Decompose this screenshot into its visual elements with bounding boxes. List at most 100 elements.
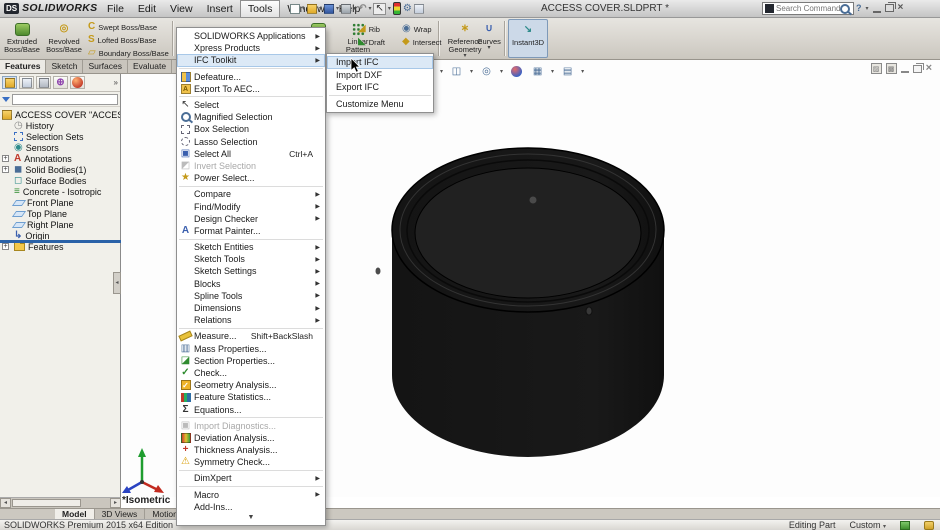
menu-item-mass-properties-[interactable]: ▥Mass Properties... bbox=[177, 343, 325, 355]
scroll-left-icon[interactable]: ◂ bbox=[0, 498, 11, 508]
tree-item-surface-bodies[interactable]: ◻Surface Bodies bbox=[0, 175, 120, 186]
revolved-boss-button[interactable]: ◎Revolved Boss/Base bbox=[44, 19, 84, 58]
menu-item-equations-[interactable]: ΣEquations... bbox=[177, 403, 325, 415]
qat-new-button[interactable] bbox=[290, 4, 300, 14]
tree-root-item[interactable]: ACCESS COVER "ACCESS HOLE" ( bbox=[0, 109, 120, 120]
menu-item-export-to-aec-[interactable]: AExport To AEC... bbox=[177, 83, 325, 95]
menu-item-find-modify[interactable]: Find/Modify▶ bbox=[177, 200, 325, 212]
tree-item-solid-bodies-1-[interactable]: +◼Solid Bodies(1) bbox=[0, 164, 120, 175]
qat-print-button[interactable] bbox=[341, 4, 351, 14]
close-icon[interactable]: × bbox=[898, 3, 904, 13]
tree-item-history[interactable]: ◷History bbox=[0, 120, 120, 131]
qat-dropdown-icon[interactable]: ▾ bbox=[336, 5, 339, 12]
restore-icon[interactable] bbox=[885, 4, 894, 12]
menu-item-macro[interactable]: Macro▶ bbox=[177, 489, 325, 501]
search-input[interactable] bbox=[776, 4, 840, 13]
filter-input[interactable] bbox=[12, 94, 118, 105]
window-pane-icon-2[interactable]: ▩ bbox=[886, 63, 897, 74]
menu-item-compare[interactable]: Compare▶ bbox=[177, 188, 325, 200]
dropdown-arrow-icon[interactable]: ▾ bbox=[440, 68, 443, 75]
model-tab-model[interactable]: Model bbox=[55, 509, 95, 519]
menu-item-check-[interactable]: ✓Check... bbox=[177, 367, 325, 379]
status-help-icon[interactable] bbox=[900, 521, 910, 530]
status-tag-icon[interactable] bbox=[924, 521, 934, 530]
qat-select-button[interactable]: ↖ bbox=[373, 3, 385, 15]
scrollbar-thumb[interactable] bbox=[12, 499, 81, 507]
qat-dropdown-icon[interactable]: ▾ bbox=[319, 5, 322, 12]
dropdown-arrow-icon[interactable]: ▾ bbox=[551, 68, 554, 75]
window-pane-icon-1[interactable]: ▨ bbox=[871, 63, 882, 74]
qat-open-button[interactable] bbox=[307, 4, 317, 14]
menu-item-feature-statistics-[interactable]: Feature Statistics... bbox=[177, 391, 325, 403]
featuremanager-tab-button[interactable] bbox=[2, 76, 17, 89]
lofted-boss-button[interactable]: SLofted Boss/Base bbox=[88, 34, 156, 46]
qat-dropdown-icon[interactable]: ▾ bbox=[302, 5, 305, 12]
doc-restore-icon[interactable] bbox=[913, 65, 922, 73]
menu-item-add-ins-[interactable]: Add-Ins... bbox=[177, 501, 325, 513]
tab-evaluate[interactable]: Evaluate bbox=[128, 60, 172, 73]
qat-rebuild-button[interactable] bbox=[393, 2, 401, 15]
menu-item-power-select-[interactable]: ★Power Select... bbox=[177, 172, 325, 184]
display-style-button[interactable]: ◫ bbox=[449, 64, 464, 79]
tree-item-right-plane[interactable]: Right Plane bbox=[0, 219, 120, 230]
scroll-right-icon[interactable]: ▸ bbox=[110, 498, 121, 508]
help-dropdown-icon[interactable]: ▾ bbox=[866, 5, 869, 12]
menu-item-blocks[interactable]: Blocks▶ bbox=[177, 278, 325, 290]
expand-icon[interactable]: + bbox=[2, 166, 9, 173]
menu-item-thickness-analysis-[interactable]: +Thickness Analysis... bbox=[177, 444, 325, 456]
menu-item-section-properties-[interactable]: ◪Section Properties... bbox=[177, 355, 325, 367]
tree-item-top-plane[interactable]: Top Plane bbox=[0, 208, 120, 219]
menu-item-relations[interactable]: Relations▶ bbox=[177, 314, 325, 326]
boundary-boss-button[interactable]: ▱Boundary Boss/Base bbox=[88, 47, 169, 59]
dropdown-arrow-icon[interactable]: ▾ bbox=[474, 46, 504, 50]
draft-button[interactable]: ◣Draft bbox=[358, 36, 385, 48]
panel-splitter-handle[interactable]: ◂ bbox=[113, 272, 121, 294]
menu-item-select-all[interactable]: ▣Select AllCtrl+A bbox=[177, 148, 325, 160]
doc-minimize-icon[interactable] bbox=[901, 64, 909, 73]
menu-item-invert-selection[interactable]: ◩Invert Selection bbox=[177, 160, 325, 172]
qat-options-button[interactable]: ⚙ bbox=[403, 4, 412, 14]
edit-appearance-button[interactable] bbox=[509, 64, 524, 79]
submenu-item-export-ifc[interactable]: Export IFC bbox=[327, 81, 433, 94]
menu-insert[interactable]: Insert bbox=[200, 0, 240, 18]
menu-item-import-diagnostics-[interactable]: ▣Import Diagnostics... bbox=[177, 420, 325, 432]
qat-file-properties-button[interactable] bbox=[414, 4, 424, 14]
qat-dropdown-icon[interactable]: ▾ bbox=[388, 5, 391, 12]
qat-dropdown-icon[interactable]: ▾ bbox=[353, 5, 356, 12]
menu-item-box-selection[interactable]: Box Selection bbox=[177, 123, 325, 135]
tab-features[interactable]: Features bbox=[0, 60, 46, 73]
scrollbar-track[interactable] bbox=[11, 498, 110, 508]
dimxpertmanager-tab-button[interactable]: ⊕ bbox=[53, 76, 68, 89]
view-settings-button[interactable]: ▤ bbox=[560, 64, 575, 79]
menu-item-sketch-settings[interactable]: Sketch Settings▶ bbox=[177, 265, 325, 277]
feature-tree-hscrollbar[interactable]: ◂ ▸ bbox=[0, 497, 121, 508]
menu-item-dimensions[interactable]: Dimensions▶ bbox=[177, 302, 325, 314]
tab-sketch[interactable]: Sketch bbox=[46, 60, 83, 73]
expand-icon[interactable]: + bbox=[2, 243, 9, 250]
menu-edit[interactable]: Edit bbox=[131, 0, 163, 18]
swept-boss-button[interactable]: CSwept Boss/Base bbox=[88, 21, 157, 33]
menu-item-magnified-selection[interactable]: Magnified Selection bbox=[177, 111, 325, 123]
submenu-item-import-ifc[interactable]: Import IFC bbox=[327, 56, 433, 69]
dropdown-arrow-icon[interactable]: ▾ bbox=[500, 68, 503, 75]
extruded-boss-button[interactable]: Extruded Boss/Base bbox=[2, 19, 42, 58]
menu-item-dimxpert[interactable]: DimXpert▶ bbox=[177, 472, 325, 484]
tree-item-front-plane[interactable]: Front Plane bbox=[0, 197, 120, 208]
minimize-icon[interactable] bbox=[873, 4, 881, 13]
menu-item-measure-[interactable]: Measure...Shift+BackSlash bbox=[177, 330, 325, 342]
instant3d-button[interactable]: ↘Instant3D bbox=[508, 19, 548, 58]
propertymanager-tab-button[interactable] bbox=[19, 76, 34, 89]
menu-view[interactable]: View bbox=[163, 0, 200, 18]
hide-show-items-button[interactable]: ◎ bbox=[479, 64, 494, 79]
tree-item-selection-sets[interactable]: Selection Sets bbox=[0, 131, 120, 142]
expand-icon[interactable]: + bbox=[2, 155, 9, 162]
configurationmanager-tab-button[interactable] bbox=[36, 76, 51, 89]
qat-save-button[interactable] bbox=[324, 4, 334, 14]
model-access-cover-cylinder[interactable] bbox=[370, 128, 690, 464]
status-units-selector[interactable]: Custom ▾ bbox=[849, 520, 886, 530]
menu-item-sketch-tools[interactable]: Sketch Tools▶ bbox=[177, 253, 325, 265]
menu-item-deviation-analysis-[interactable]: Deviation Analysis... bbox=[177, 432, 325, 444]
menu-item-spline-tools[interactable]: Spline Tools▶ bbox=[177, 290, 325, 302]
menu-item-solidworks-applications[interactable]: SOLIDWORKS Applications▶ bbox=[177, 30, 325, 42]
model-tab-3d-views[interactable]: 3D Views bbox=[95, 509, 146, 519]
